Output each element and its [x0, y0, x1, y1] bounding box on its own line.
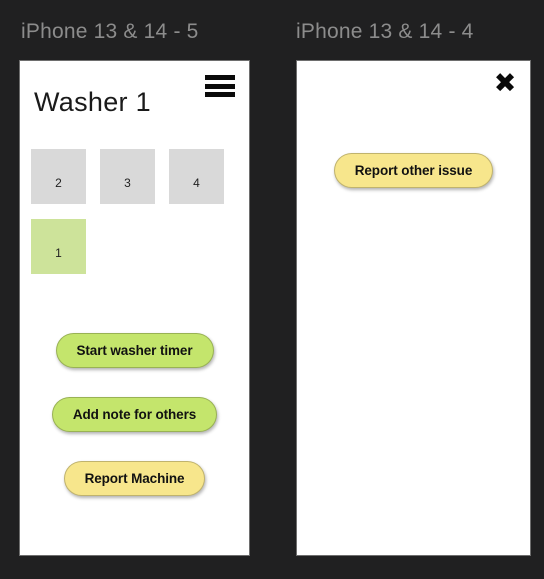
report-other-issue-button[interactable]: Report other issue — [333, 153, 494, 188]
screenshot-canvas: iPhone 13 & 14 - 5 Washer 1 2 3 4 1 Star… — [0, 0, 544, 579]
machine-tile-4[interactable]: 4 — [169, 149, 224, 204]
action-row-start-timer: Start washer timer — [20, 333, 249, 368]
action-button-list: Start washer timer Add note for others R… — [20, 333, 249, 525]
machine-tile-1[interactable]: 1 — [31, 219, 86, 274]
phone-screen-report: ✖ Report other issue — [296, 60, 531, 556]
action-row-report-machine: Report Machine — [20, 461, 249, 496]
machine-tile-label: 2 — [55, 176, 62, 190]
device-frame-washer: iPhone 13 & 14 - 5 Washer 1 2 3 4 1 Star… — [19, 20, 251, 560]
machine-tile-grid: 2 3 4 1 — [31, 149, 243, 274]
device-frame-label-report: iPhone 13 & 14 - 4 — [296, 20, 474, 43]
hamburger-bar-1 — [205, 75, 235, 80]
phone-screen-washer: Washer 1 2 3 4 1 Start washer timer Add … — [19, 60, 250, 556]
hamburger-bar-3 — [205, 92, 235, 97]
action-row-add-note: Add note for others — [20, 397, 249, 432]
start-washer-timer-button[interactable]: Start washer timer — [55, 333, 214, 368]
device-frame-label-washer: iPhone 13 & 14 - 5 — [21, 20, 199, 43]
machine-tile-label: 4 — [193, 176, 200, 190]
close-icon[interactable]: ✖ — [492, 70, 518, 97]
page-title: Washer 1 — [34, 87, 151, 117]
report-other-issue-row: Report other issue — [297, 153, 530, 188]
machine-tile-label: 1 — [55, 246, 62, 260]
machine-tile-2[interactable]: 2 — [31, 149, 86, 204]
hamburger-icon[interactable] — [205, 75, 235, 97]
machine-tile-3[interactable]: 3 — [100, 149, 155, 204]
hamburger-bar-2 — [205, 83, 235, 89]
report-machine-button[interactable]: Report Machine — [63, 461, 206, 496]
add-note-for-others-button[interactable]: Add note for others — [51, 397, 218, 432]
machine-tile-label: 3 — [124, 176, 131, 190]
device-frame-report: iPhone 13 & 14 - 4 ✖ Report other issue — [296, 20, 532, 560]
